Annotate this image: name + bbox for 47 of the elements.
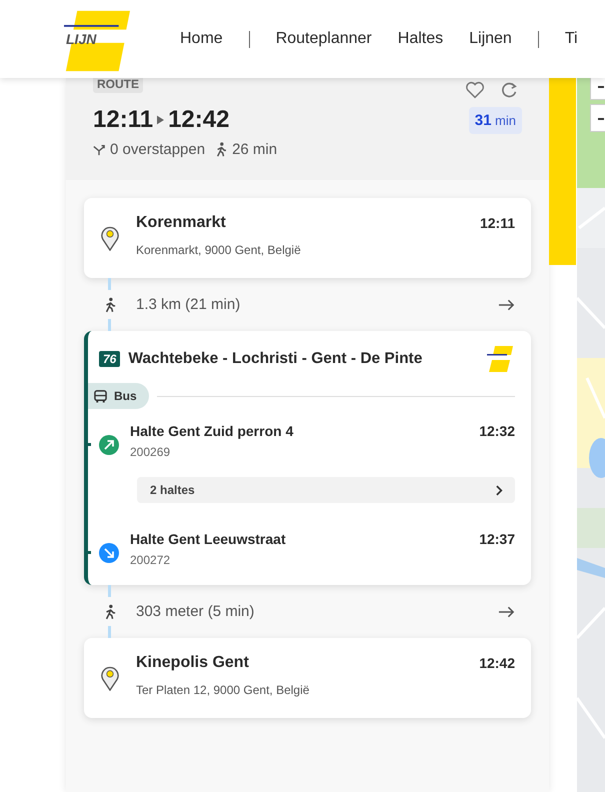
time-text: 12:11 xyxy=(480,215,515,231)
departure-time: 12:11 xyxy=(93,106,154,134)
place-name: Kinepolis Gent xyxy=(136,654,249,672)
location-pin-icon xyxy=(100,224,120,251)
walking-distance: 1.3 km (21 min) xyxy=(136,296,242,313)
time-text: 12:37 xyxy=(479,531,515,547)
location-pin-icon xyxy=(100,664,120,691)
transfers-text: 0 overstappen xyxy=(110,141,206,158)
bus-icon xyxy=(94,390,107,402)
place-name: Korenmarkt xyxy=(136,214,226,232)
arrow-right-icon[interactable] xyxy=(498,298,515,310)
nav-link[interactable]: Lijnen xyxy=(469,30,512,48)
heart-icon[interactable] xyxy=(464,79,486,101)
stop-name: Halte Gent Leeuwstraat xyxy=(130,531,286,547)
logo-icon xyxy=(487,346,513,372)
mode-label: Bus xyxy=(114,389,137,403)
intermediate-stops-button[interactable]: 2 haltes xyxy=(137,477,515,503)
stop-name: Halte Gent Zuid perron 4 xyxy=(130,423,294,439)
walking-time: 26 min xyxy=(232,141,278,158)
nav-link[interactable]: Ti xyxy=(564,30,578,48)
nav-link[interactable]: Home xyxy=(180,30,223,48)
nav-link[interactable]: Haltes xyxy=(398,30,444,48)
transfer-icon xyxy=(93,144,105,156)
location-card[interactable]: Korenmarkt 12:11 Korenmarkt, 9000 Gent, België xyxy=(84,198,531,278)
arrow-right-icon[interactable] xyxy=(498,606,515,618)
logo[interactable]: LIJN xyxy=(64,10,130,74)
chevron-right-icon xyxy=(496,484,503,496)
location-card[interactable]: Kinepolis Gent 12:42 Ter Platen 12, 9000 Gent, België xyxy=(84,638,531,718)
logo-text: LIJN xyxy=(66,31,96,47)
logo-icon xyxy=(64,10,130,72)
nav-link[interactable]: Routeplanner xyxy=(276,30,372,48)
walking-icon xyxy=(215,142,228,157)
minus-icon xyxy=(598,118,604,120)
time-text: 12:42 xyxy=(479,655,515,671)
line-destination: Wachtebeke - Lochristi - Gent - De Pinte xyxy=(128,350,424,368)
duration-badge: 31 min xyxy=(468,106,522,134)
walking-icon xyxy=(104,604,116,620)
play-arrow-icon xyxy=(157,115,164,125)
address-text: Korenmarkt, 9000 Gent, België xyxy=(136,243,302,257)
stop-code: 200269 xyxy=(130,445,172,459)
address-text: Ter Platen 12, 9000 Gent, België xyxy=(136,683,310,697)
walking-icon xyxy=(104,296,116,312)
line-number: 76 xyxy=(99,351,120,367)
arrival-time: 12:42 xyxy=(168,106,230,134)
time-text: 12:32 xyxy=(479,423,515,439)
walking-distance: 303 meter (5 min) xyxy=(136,603,256,620)
stop-code: 200272 xyxy=(130,553,172,567)
